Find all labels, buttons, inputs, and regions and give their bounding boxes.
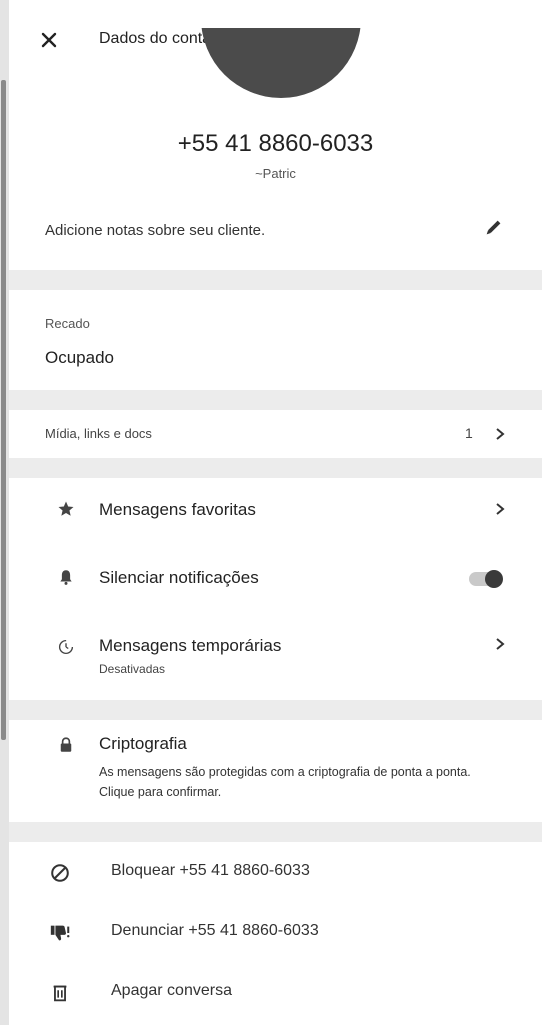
mute-toggle[interactable] — [469, 570, 503, 588]
avatar[interactable] — [201, 28, 361, 98]
block-contact-row[interactable]: Bloquear +55 41 8860-6033 — [9, 842, 542, 902]
media-count: 1 — [465, 425, 473, 441]
pencil-icon[interactable] — [483, 216, 505, 238]
mute-notifications-row[interactable]: Silenciar notificações — [9, 546, 542, 610]
divider — [9, 822, 542, 842]
timer-icon — [58, 639, 74, 655]
bell-icon — [60, 570, 72, 585]
chevron-right-icon — [496, 428, 505, 440]
encryption-title: Criptografia — [99, 734, 187, 753]
divider — [9, 700, 542, 720]
contact-phone: +55 41 8860-6033 — [177, 130, 374, 157]
starred-messages-label: Mensagens favoritas — [99, 500, 256, 519]
thumbs-down-icon — [50, 925, 70, 941]
chevron-right-icon — [496, 638, 505, 650]
report-label: Denunciar +55 41 8860-6033 — [111, 922, 319, 939]
about-value: Ocupado — [45, 348, 114, 367]
trash-icon — [53, 985, 67, 1002]
divider — [9, 390, 542, 410]
delete-chat-row[interactable]: Apagar conversa — [9, 962, 542, 1022]
about-label: Recado — [45, 316, 90, 331]
block-icon — [51, 864, 69, 882]
chevron-right-icon — [496, 503, 505, 515]
scrollbar-thumb[interactable] — [1, 80, 6, 740]
encryption-description: As mensagens são protegidas com a cripto… — [99, 765, 471, 799]
divider — [9, 270, 542, 290]
starred-messages-row[interactable]: Mensagens favoritas — [9, 478, 542, 544]
disappearing-messages-label: Mensagens temporárias — [99, 636, 282, 655]
media-links-docs-row[interactable]: Mídia, links e docs 1 — [9, 410, 542, 458]
scrollbar[interactable] — [0, 0, 9, 1025]
media-label: Mídia, links e docs — [45, 426, 152, 441]
block-label: Bloquear +55 41 8860-6033 — [111, 862, 310, 879]
report-contact-row[interactable]: Denunciar +55 41 8860-6033 — [9, 902, 542, 962]
star-icon — [58, 501, 74, 516]
disappearing-messages-row[interactable]: Mensagens temporárias Desativadas — [9, 612, 542, 692]
contact-info-panel: Dados do contato +55 41 8860-6033 ~Patri… — [9, 0, 542, 1025]
close-icon[interactable] — [37, 28, 61, 52]
divider — [9, 458, 542, 478]
mute-notifications-label: Silenciar notificações — [99, 568, 259, 587]
contact-pushname: ~Patric — [255, 166, 296, 181]
notes-label[interactable]: Adicione notas sobre seu cliente. — [45, 222, 265, 239]
lock-icon — [60, 737, 72, 752]
disappearing-messages-status: Desativadas — [99, 662, 166, 676]
delete-label: Apagar conversa — [111, 982, 232, 999]
